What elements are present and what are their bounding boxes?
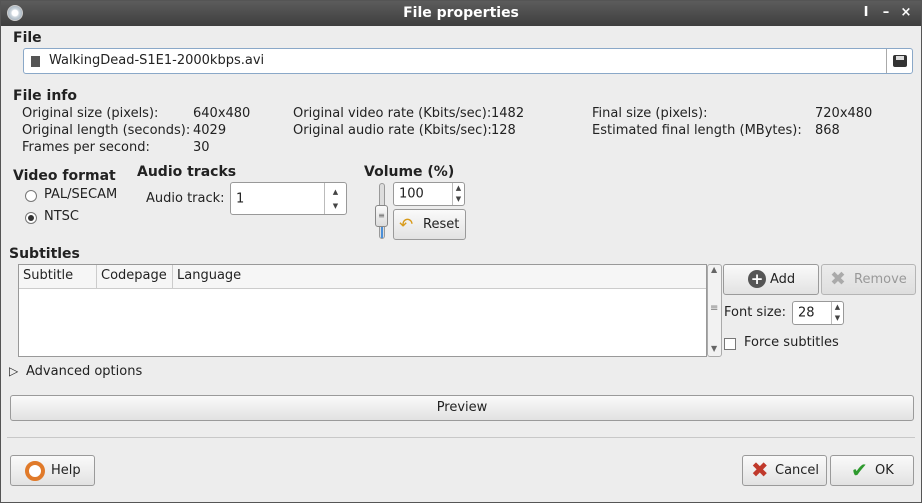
final-size-value: 720x480 bbox=[815, 106, 873, 121]
ntsc-radio-option[interactable]: NTSC bbox=[25, 209, 135, 227]
volume-value: 100 bbox=[399, 186, 424, 202]
spin-arrows-icon[interactable]: ▲ ▼ bbox=[452, 183, 464, 205]
ntsc-label: NTSC bbox=[44, 209, 79, 224]
pal-secam-radio-option[interactable]: PAL/SECAM bbox=[25, 187, 135, 205]
original-length-label: Original length (seconds): bbox=[22, 123, 191, 138]
force-subtitles-option[interactable]: Force subtitles bbox=[724, 335, 854, 353]
help-button[interactable]: Help bbox=[10, 455, 95, 486]
scroll-grip-icon[interactable]: ≡ bbox=[710, 303, 718, 314]
final-length-value: 868 bbox=[815, 123, 840, 138]
file-icon bbox=[31, 56, 40, 67]
ntsc-radio[interactable] bbox=[25, 212, 37, 224]
preview-button-label: Preview bbox=[436, 400, 488, 415]
reset-volume-button[interactable]: ↶ Reset bbox=[393, 209, 466, 240]
undo-arrow-icon: ↶ bbox=[399, 215, 414, 235]
original-size-value: 640x480 bbox=[193, 106, 251, 121]
font-size-spinbox[interactable]: 28 ▲ ▼ bbox=[792, 301, 844, 325]
ok-check-icon: ✔ bbox=[851, 458, 868, 482]
ok-button[interactable]: ✔ OK bbox=[830, 455, 914, 486]
audio-track-select[interactable]: 1 ▲ ▼ bbox=[230, 182, 347, 215]
pal-secam-label: PAL/SECAM bbox=[44, 187, 118, 202]
audio-rate-value: 128 bbox=[491, 123, 516, 138]
file-properties-dialog: File properties I – × File WalkingDead-S… bbox=[0, 0, 922, 503]
help-button-label: Help bbox=[51, 463, 81, 478]
add-icon: + bbox=[748, 270, 766, 288]
spin-arrows-icon[interactable]: ▲ ▼ bbox=[831, 302, 843, 324]
close-button[interactable]: × bbox=[897, 3, 915, 23]
subtitle-column-header[interactable]: Subtitle bbox=[19, 265, 97, 289]
expander-arrow-icon: ▷ bbox=[9, 364, 19, 378]
file-section-label: File bbox=[13, 30, 42, 46]
select-chevrons-icon: ▲ ▼ bbox=[324, 183, 346, 214]
remove-subtitle-button[interactable]: ✖ Remove bbox=[821, 264, 916, 295]
final-length-label: Estimated final length (MBytes): bbox=[592, 123, 802, 138]
original-length-value: 4029 bbox=[193, 123, 227, 138]
force-subtitles-checkbox[interactable] bbox=[724, 338, 736, 350]
pal-secam-radio[interactable] bbox=[25, 190, 37, 202]
file-info-section-label: File info bbox=[13, 88, 78, 104]
help-lifebuoy-icon bbox=[25, 461, 45, 481]
save-floppy-icon bbox=[893, 55, 907, 67]
video-rate-value: 1482 bbox=[491, 106, 525, 121]
codepage-column-header[interactable]: Codepage bbox=[97, 265, 173, 289]
volume-spinbox[interactable]: 100 ▲ ▼ bbox=[393, 182, 465, 206]
remove-button-label: Remove bbox=[854, 272, 907, 287]
scroll-down-icon[interactable]: ▼ bbox=[711, 344, 717, 353]
minimize-button[interactable]: – bbox=[877, 3, 895, 23]
subtitles-table[interactable]: Subtitle Codepage Language bbox=[18, 264, 707, 357]
ok-button-label: OK bbox=[875, 463, 894, 478]
advanced-options-label: Advanced options bbox=[26, 364, 143, 379]
force-subtitles-label: Force subtitles bbox=[744, 335, 839, 350]
audio-track-label: Audio track: bbox=[146, 191, 225, 206]
original-size-label: Original size (pixels): bbox=[22, 106, 159, 121]
video-format-section-label: Video format bbox=[13, 168, 116, 184]
browse-file-button[interactable] bbox=[886, 49, 912, 73]
subtitles-scrollbar[interactable]: ▲ ≡ ▼ bbox=[707, 264, 722, 357]
language-column-header[interactable]: Language bbox=[173, 265, 706, 289]
reset-button-label: Reset bbox=[423, 217, 460, 232]
audio-track-value: 1 bbox=[236, 191, 245, 206]
subtitles-section-label: Subtitles bbox=[9, 246, 80, 262]
fps-label: Frames per second: bbox=[22, 140, 150, 155]
remove-x-icon: ✖ bbox=[830, 268, 846, 290]
final-size-label: Final size (pixels): bbox=[592, 106, 708, 121]
cancel-button[interactable]: ✖ Cancel bbox=[742, 455, 827, 486]
volume-section-label: Volume (%) bbox=[364, 164, 455, 180]
file-name: WalkingDead-S1E1-2000kbps.avi bbox=[49, 53, 265, 68]
add-subtitle-button[interactable]: + Add bbox=[723, 264, 819, 295]
fps-value: 30 bbox=[193, 140, 210, 155]
advanced-options-expander[interactable]: ▷ Advanced options bbox=[9, 364, 169, 382]
video-rate-label: Original video rate (Kbits/sec): bbox=[293, 106, 492, 121]
title-bar[interactable]: File properties I – × bbox=[1, 1, 921, 26]
scroll-up-icon[interactable]: ▲ bbox=[711, 265, 717, 274]
audio-tracks-section-label: Audio tracks bbox=[137, 164, 237, 180]
font-size-value: 28 bbox=[798, 305, 815, 321]
cancel-button-label: Cancel bbox=[775, 463, 820, 478]
window-title: File properties bbox=[403, 5, 519, 21]
preview-button[interactable]: Preview bbox=[10, 395, 914, 421]
shade-button[interactable]: I bbox=[857, 3, 875, 23]
font-size-label: Font size: bbox=[724, 305, 787, 320]
file-path-field[interactable]: WalkingDead-S1E1-2000kbps.avi bbox=[23, 48, 913, 74]
add-button-label: Add bbox=[770, 272, 796, 287]
volume-slider-handle[interactable]: ≡ bbox=[375, 205, 388, 227]
footer-separator bbox=[7, 437, 915, 438]
audio-rate-label: Original audio rate (Kbits/sec): bbox=[293, 123, 492, 138]
cancel-x-icon: ✖ bbox=[751, 458, 769, 482]
